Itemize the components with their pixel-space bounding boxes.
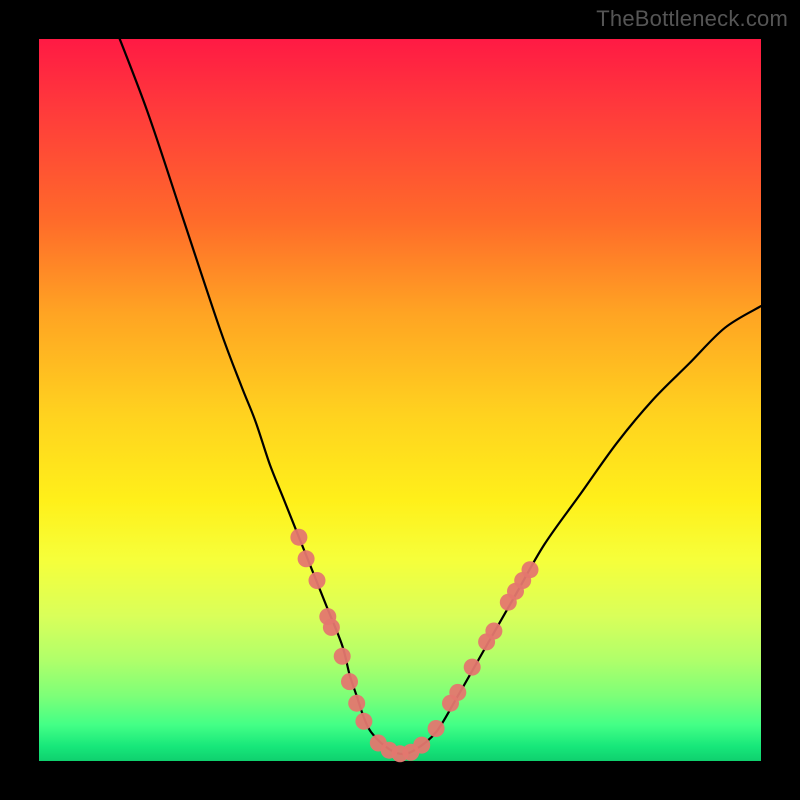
data-marker xyxy=(464,659,481,676)
watermark-text: TheBottleneck.com xyxy=(596,6,788,32)
marker-group xyxy=(290,529,538,763)
chart-frame: TheBottleneck.com xyxy=(0,0,800,800)
data-marker xyxy=(428,720,445,737)
data-marker xyxy=(485,623,502,640)
data-marker xyxy=(298,550,315,567)
bottleneck-curve xyxy=(111,17,761,754)
data-marker xyxy=(323,619,340,636)
data-marker xyxy=(355,713,372,730)
plot-svg xyxy=(39,39,761,761)
data-marker xyxy=(522,561,539,578)
data-marker xyxy=(334,648,351,665)
data-marker xyxy=(290,529,307,546)
data-marker xyxy=(341,673,358,690)
plot-area xyxy=(39,39,761,761)
data-marker xyxy=(309,572,326,589)
data-marker xyxy=(413,737,430,754)
data-marker xyxy=(449,684,466,701)
data-marker xyxy=(348,695,365,712)
